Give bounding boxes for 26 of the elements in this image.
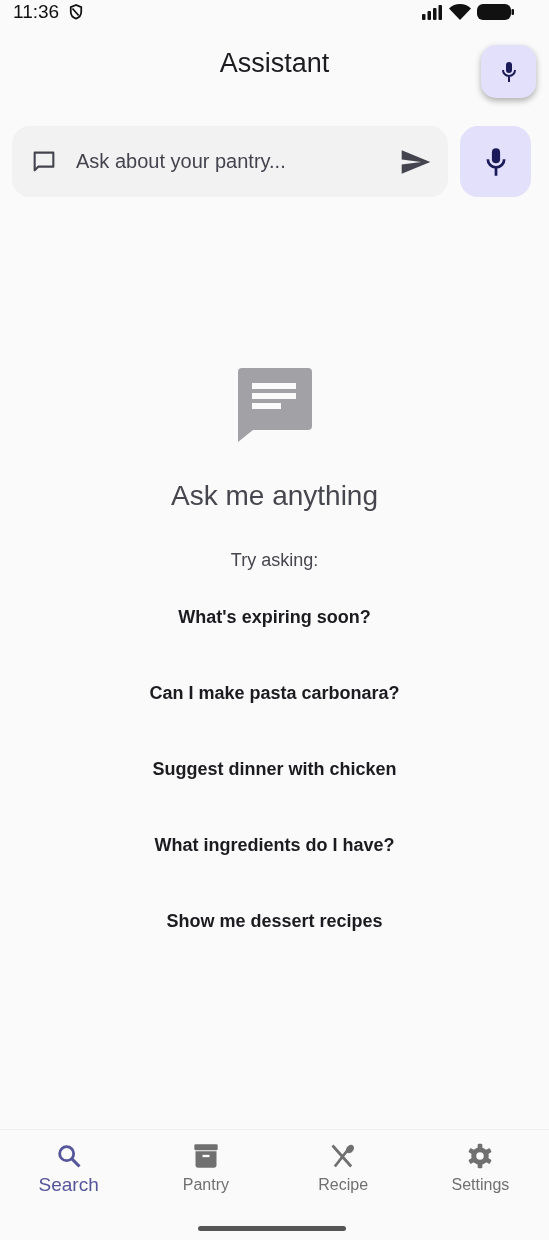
search-field[interactable]: Ask about your pantry...: [74, 149, 384, 174]
suggestion-button[interactable]: What's expiring soon?: [166, 591, 383, 644]
wifi-icon: [449, 4, 471, 20]
microphone-button[interactable]: [460, 126, 531, 197]
hint-text: Try asking:: [230, 550, 319, 571]
suggestion-button[interactable]: Show me dessert recipes: [154, 895, 395, 948]
voice-button[interactable]: [481, 45, 536, 98]
suggestion-button[interactable]: What ingredients do I have?: [142, 819, 407, 872]
archive-box-icon: [191, 1142, 220, 1170]
nav-tab[interactable]: Pantry: [137, 1130, 275, 1202]
microphone-icon: [500, 60, 517, 83]
suggestion-button[interactable]: Suggest dinner with chicken: [140, 743, 409, 796]
search-bar[interactable]: Ask about your pantry...: [12, 126, 448, 197]
shield-icon: [69, 4, 84, 20]
battery-icon: [477, 4, 515, 20]
microphone-icon: [484, 146, 507, 177]
nav-tab[interactable]: Search: [0, 1130, 138, 1202]
status-time: 11:36: [13, 1, 60, 23]
send-icon[interactable]: [400, 148, 432, 175]
nav-tab[interactable]: Recipe: [274, 1130, 412, 1202]
suggestion-button[interactable]: Can I make pasta carbonara?: [137, 667, 412, 720]
empty-title: Ask me anything: [171, 480, 378, 512]
nav-tab[interactable]: Settings: [411, 1130, 549, 1202]
signal-icon: [421, 4, 443, 20]
page-title: Assistant: [219, 47, 330, 79]
message-icon: [237, 368, 312, 442]
